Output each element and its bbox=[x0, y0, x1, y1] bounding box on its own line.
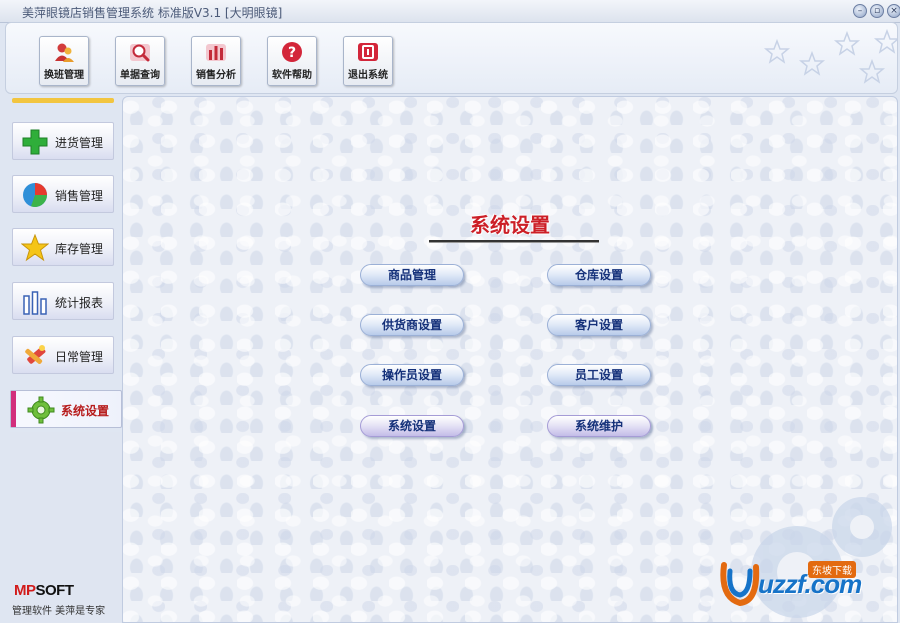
sidebar-item-purchase[interactable]: 进货管理 bbox=[12, 122, 114, 160]
sales-analysis-label: 销售分析 bbox=[196, 70, 236, 81]
customer-settings-button[interactable]: 客户设置 bbox=[547, 314, 651, 336]
product-management-button[interactable]: 商品管理 bbox=[360, 264, 464, 286]
restore-button[interactable]: ▫ bbox=[870, 4, 884, 18]
minimize-button[interactable]: – bbox=[853, 4, 867, 18]
exit-system-button[interactable]: 退出系统 bbox=[343, 36, 393, 86]
software-help-label: 软件帮助 bbox=[272, 70, 312, 81]
document-query-button[interactable]: 单据查询 bbox=[115, 36, 165, 86]
watermark-logo-icon bbox=[720, 562, 760, 607]
window-title: 美萍眼镜店销售管理系统 标准版V3.1 [大明眼镜] bbox=[22, 6, 283, 20]
star-icon bbox=[21, 234, 49, 262]
sidebar-item-label: 库存管理 bbox=[55, 242, 104, 256]
user-swap-icon bbox=[55, 43, 74, 62]
operator-settings-button[interactable]: 操作员设置 bbox=[360, 364, 464, 386]
sidebar-item-reports[interactable]: 统计报表 bbox=[12, 282, 114, 320]
svg-text:?: ? bbox=[288, 45, 296, 61]
exit-icon bbox=[358, 43, 378, 61]
sidebar-item-label: 系统设置 bbox=[61, 404, 110, 418]
sales-analysis-button[interactable]: 销售分析 bbox=[191, 36, 241, 86]
stars-decoration bbox=[763, 28, 897, 84]
restore-icon: ▫ bbox=[873, 6, 881, 16]
warehouse-settings-button[interactable]: 仓库设置 bbox=[547, 264, 651, 286]
watermark: 东坡下载 uzzf.com bbox=[718, 557, 894, 611]
shift-management-button[interactable]: 换班管理 bbox=[39, 36, 89, 86]
title-divider bbox=[429, 240, 599, 243]
pie-chart-icon bbox=[23, 183, 47, 207]
sidebar-item-inventory[interactable]: 库存管理 bbox=[12, 228, 114, 266]
supplier-settings-button[interactable]: 供货商设置 bbox=[360, 314, 464, 336]
magnifier-icon bbox=[130, 44, 150, 62]
sidebar-top-line bbox=[12, 98, 114, 103]
exit-system-label: 退出系统 bbox=[348, 70, 388, 81]
tools-icon bbox=[25, 345, 46, 364]
window-titlebar: 美萍眼镜店销售管理系统 标准版V3.1 [大明眼镜] – ▫ × bbox=[0, 0, 900, 23]
sidebar-item-label: 日常管理 bbox=[55, 350, 104, 364]
shift-management-label: 换班管理 bbox=[44, 70, 84, 81]
sidebar-item-label: 销售管理 bbox=[55, 189, 104, 203]
system-settings-button[interactable]: 系统设置 bbox=[360, 415, 464, 437]
minimize-icon: – bbox=[857, 6, 863, 16]
close-icon: × bbox=[890, 6, 898, 16]
employee-settings-button[interactable]: 员工设置 bbox=[547, 364, 651, 386]
green-plus-icon bbox=[22, 129, 48, 155]
bar-chart-icon bbox=[206, 44, 226, 61]
bars-icon bbox=[23, 291, 47, 315]
software-help-button[interactable]: ? 软件帮助 bbox=[267, 36, 317, 86]
watermark-text: uzzf.com bbox=[758, 569, 862, 599]
mpsoft-logo: MPSOFT bbox=[14, 582, 74, 599]
help-icon: ? bbox=[282, 42, 302, 62]
sidebar-item-label: 统计报表 bbox=[55, 296, 104, 310]
sidebar-item-label: 进货管理 bbox=[55, 136, 104, 150]
brand-tagline: 管理软件 美萍是专家 bbox=[12, 606, 106, 617]
sidebar-item-sales[interactable]: 销售管理 bbox=[12, 175, 114, 213]
sidebar: 进货管理 销售管理 库存管理 统计报表 日常管理 系统设置 bbox=[0, 96, 122, 623]
close-button[interactable]: × bbox=[887, 4, 900, 18]
main-toolbar: 换班管理 单据查询 销售分析 ? 软件帮助 退出系统 bbox=[5, 22, 898, 94]
gear-icon bbox=[27, 396, 55, 424]
sidebar-item-daily[interactable]: 日常管理 bbox=[12, 336, 114, 374]
main-panel: 系统设置 商品管理 仓库设置 供货商设置 客户设置 操作员设置 员工设置 系统设… bbox=[122, 96, 898, 623]
sidebar-item-system-settings[interactable]: 系统设置 bbox=[10, 390, 122, 428]
system-maintenance-button[interactable]: 系统维护 bbox=[547, 415, 651, 437]
page-title: 系统设置 bbox=[470, 213, 550, 237]
document-query-label: 单据查询 bbox=[120, 70, 160, 81]
active-indicator bbox=[11, 391, 16, 427]
